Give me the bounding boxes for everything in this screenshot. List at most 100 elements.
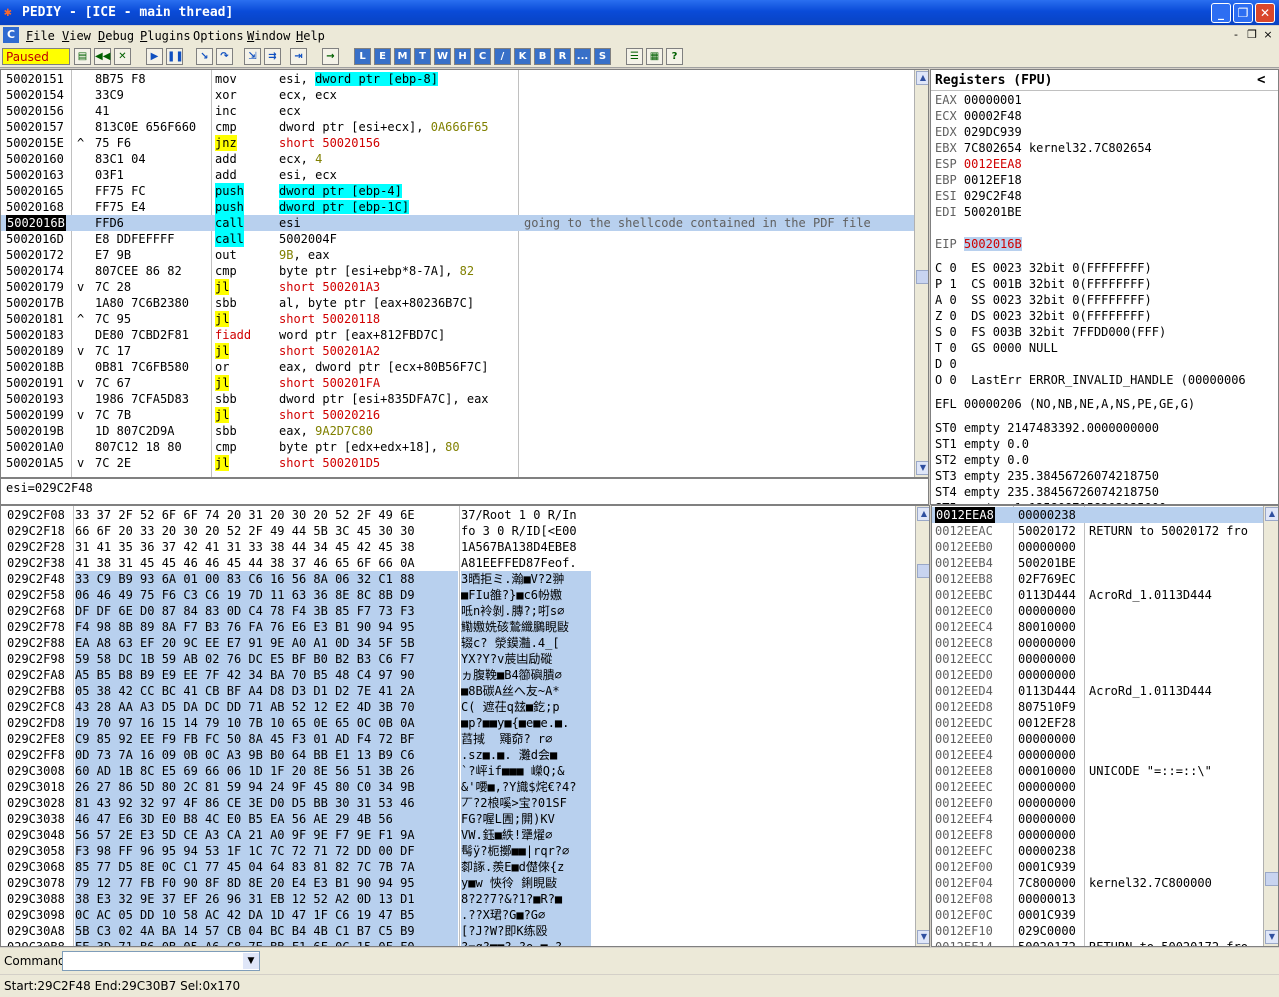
mdi-restore-button[interactable]: ❐: [1244, 28, 1260, 42]
stack-row[interactable]: 0012EF00 0001C939: [932, 859, 1263, 875]
trace-over-icon[interactable]: ⇉: [264, 48, 281, 65]
dump-hex[interactable]: EA A8 63 EF 20 9C EE E7 91 9E A0 A1 0D 3…: [75, 635, 458, 651]
dump-row[interactable]: 029C30B8 EE 3D 71 B6 0B 05 A6 C8 7E BB F1…: [1, 939, 915, 946]
disasm-row[interactable]: 50020199 v 7C 7B jl short 50020216: [1, 407, 914, 423]
dump-row[interactable]: 029C3018 26 27 86 5D 80 2C 81 59 94 24 9F…: [1, 779, 915, 795]
register-row[interactable]: EDX 029DC939: [935, 124, 1029, 140]
menu-item[interactable]: File: [26, 29, 55, 43]
dump-ascii[interactable]: 1A567BA138D4EBE8: [461, 539, 591, 555]
menu-item[interactable]: Plugins: [140, 29, 191, 43]
chevron-down-icon[interactable]: ▼: [243, 953, 259, 969]
dump-hex[interactable]: 33 37 2F 52 6F 6F 74 20 31 20 30 20 52 2…: [75, 507, 458, 523]
disasm-row[interactable]: 50020160 83C1 04 add ecx, 4: [1, 151, 914, 167]
register-value[interactable]: 029C2F48: [964, 189, 1022, 203]
run-icon[interactable]: ▶: [146, 48, 163, 65]
register-value[interactable]: 7C802654: [964, 141, 1022, 155]
scroll-up-icon[interactable]: ▲: [916, 71, 928, 85]
stack-row[interactable]: 0012EEF4 00000000: [932, 811, 1263, 827]
stack-scrollbar[interactable]: ▲ ▼: [1263, 506, 1278, 946]
disasm-row[interactable]: 50020157 813C0E 656F660 cmp dword ptr [esi…: [1, 119, 914, 135]
dump-ascii[interactable]: 厀諑.羨E■d儊倈{z: [461, 859, 591, 875]
dump-ascii[interactable]: 蓞掝 鼆奅? r∅: [461, 731, 591, 747]
dump-ascii[interactable]: fo 3 0 R/ID[<E00: [461, 523, 591, 539]
dump-row[interactable]: 029C2FD8 19 70 97 16 15 14 79 10 7B 10 65…: [1, 715, 915, 731]
dump-hex[interactable]: 19 70 97 16 15 14 79 10 7B 10 65 0E 65 0…: [75, 715, 458, 731]
dump-ascii[interactable]: .sz■.■. 灘d会■: [461, 747, 591, 763]
execute-till-return-icon[interactable]: ⇥: [290, 48, 307, 65]
disasm-row[interactable]: 50020179 v 7C 28 jl short 500201A3: [1, 279, 914, 295]
register-row[interactable]: EDI 500201BE: [935, 204, 1029, 220]
dump-row[interactable]: 029C2F28 31 41 35 36 37 42 41 31 33 38 44…: [1, 539, 915, 555]
stack-row[interactable]: 0012EF0C 0001C939: [932, 907, 1263, 923]
stack-row[interactable]: 0012EEE0 00000000: [932, 731, 1263, 747]
dump-hex[interactable]: A5 B5 B8 B9 E9 EE 7F 42 34 BA 70 B5 48 C…: [75, 667, 458, 683]
disasm-row[interactable]: 50020181 ^ 7C 95 jl short 50020118: [1, 311, 914, 327]
scroll-down-icon[interactable]: ▼: [917, 930, 929, 944]
scroll-up-icon[interactable]: ▲: [917, 507, 929, 521]
fpu-row[interactable]: ST2 empty 0.0: [935, 452, 1029, 468]
toolbar-letter-button[interactable]: S: [594, 48, 611, 65]
flag-row[interactable]: S 0 FS 003B 32bit 7FFDD000(FFF): [935, 324, 1166, 340]
stack-row[interactable]: 0012EEB8 02F769EC: [932, 571, 1263, 587]
maximize-button[interactable]: ❐: [1233, 3, 1253, 23]
disasm-row[interactable]: 50020191 v 7C 67 jl short 500201FA: [1, 375, 914, 391]
scroll-thumb[interactable]: [916, 270, 928, 284]
disassembly-scrollbar[interactable]: ▲ ▼: [914, 70, 928, 477]
menu-item[interactable]: Debug: [98, 29, 134, 43]
dump-hex[interactable]: F4 98 8B 89 8A F7 B3 76 FA 76 E6 E3 B1 9…: [75, 619, 458, 635]
toolbar-letter-button[interactable]: R: [554, 48, 571, 65]
dump-row[interactable]: 029C3008 60 AD 1B 8C E5 69 66 06 1D 1F 20…: [1, 763, 915, 779]
open-icon[interactable]: ▤: [74, 48, 91, 65]
restart-icon[interactable]: ◀◀: [94, 48, 111, 65]
stack-row[interactable]: 0012EEF8 00000000: [932, 827, 1263, 843]
dump-row[interactable]: 029C2F48 33 C9 B9 93 6A 01 00 83 C6 16 56…: [1, 571, 915, 587]
dump-hex[interactable]: 56 57 2E E3 5D CE A3 CA 21 A0 9F 9E F7 9…: [75, 827, 458, 843]
dump-row[interactable]: 029C2F88 EA A8 63 EF 20 9C EE E7 91 9E A0…: [1, 635, 915, 651]
menu-item[interactable]: Window: [247, 29, 290, 43]
toolbar-letter-button[interactable]: B: [534, 48, 551, 65]
efl-row[interactable]: EFL 00000206 (NO,NB,NE,A,NS,PE,GE,G): [935, 396, 1195, 412]
dump-row[interactable]: 029C3088 38 E3 32 9E 37 EF 26 96 31 EB 12…: [1, 891, 915, 907]
toolbar-letter-button[interactable]: C: [474, 48, 491, 65]
dump-row[interactable]: 029C2F68 DF DF 6E D0 87 84 83 0D C4 78 F4…: [1, 603, 915, 619]
goto-icon[interactable]: →: [322, 48, 339, 65]
stack-row[interactable]: 0012EF10 029C0000: [932, 923, 1263, 939]
register-value[interactable]: 029DC939: [964, 125, 1022, 139]
dump-row[interactable]: 029C3078 79 12 77 FB F0 90 8F 8D 8E 20 E4…: [1, 875, 915, 891]
toolbar-letter-button[interactable]: W: [434, 48, 451, 65]
stack-row[interactable]: 0012EEE8 00010000 UNICODE "=::=::\": [932, 763, 1263, 779]
dump-hex[interactable]: 81 43 92 32 97 4F 86 CE 3E D0 D5 BB 30 3…: [75, 795, 458, 811]
dump-ascii[interactable]: 丆?2桹嗘>宝?01SF: [461, 795, 591, 811]
dump-ascii[interactable]: C( 遮茌q玆■釳;p: [461, 699, 591, 715]
dump-row[interactable]: 029C3058 F3 98 FF 96 95 94 53 1F 1C 7C 72…: [1, 843, 915, 859]
dump-ascii[interactable]: 8?2?7?&?1?■R?■: [461, 891, 591, 907]
stack-row[interactable]: 0012EEAC 50020172 RETURN to 50020172 fro: [932, 523, 1263, 539]
stack-row[interactable]: 0012EEC4 80010000: [932, 619, 1263, 635]
dump-ascii[interactable]: ?=q?■■?~?o.■.?: [461, 939, 591, 946]
dump-hex[interactable]: EE 3D 71 B6 0B 05 A6 C8 7E BB F1 6F 0C 1…: [75, 939, 458, 946]
stack-row[interactable]: 0012EEDC 0012EF28: [932, 715, 1263, 731]
toolbar-letter-button[interactable]: K: [514, 48, 531, 65]
toolbar-letter-button[interactable]: T: [414, 48, 431, 65]
disasm-row[interactable]: 50020168 FF75 E4 push dword ptr [ebp-1C]: [1, 199, 914, 215]
register-row[interactable]: EBX 7C802654 kernel32.7C802654: [935, 140, 1152, 156]
disasm-row[interactable]: 50020165 FF75 FC push dword ptr [ebp-4]: [1, 183, 914, 199]
dump-row[interactable]: 029C2FC8 43 28 AA A3 D5 DA DC DD 71 AB 52…: [1, 699, 915, 715]
dump-ascii[interactable]: 鰳嫐姺硋鷙纖鵩睍敺: [461, 619, 591, 635]
dump-row[interactable]: 029C2FA8 A5 B5 B8 B9 E9 EE 7F 42 34 BA 70…: [1, 667, 915, 683]
grid-icon[interactable]: ▦: [646, 48, 663, 65]
dump-ascii[interactable]: 髩ÿ?枙擲■■|rqr?∅: [461, 843, 591, 859]
dump-ascii[interactable]: 3晒拒ミ.瀚■V?2翀: [461, 571, 591, 587]
disasm-row[interactable]: 50020156 41 inc ecx: [1, 103, 914, 119]
dump-row[interactable]: 029C2F38 41 38 31 45 45 46 46 45 44 38 37…: [1, 555, 915, 571]
stack-row[interactable]: 0012EEEC 00000000: [932, 779, 1263, 795]
dump-ascii[interactable]: 37/Root 1 0 R/In: [461, 507, 591, 523]
stack-row[interactable]: 0012EEBC 0113D444 AcroRd_1.0113D444: [932, 587, 1263, 603]
dump-row[interactable]: 029C3048 56 57 2E E3 5D CE A3 CA 21 A0 9F…: [1, 827, 915, 843]
menu-item[interactable]: Help: [296, 29, 325, 43]
dump-hex[interactable]: 38 E3 32 9E 37 EF 26 96 31 EB 12 52 A2 0…: [75, 891, 458, 907]
disasm-row[interactable]: 5002016B FFD6 call esi going to the shellco…: [1, 215, 914, 231]
disasm-row[interactable]: 500201A5 v 7C 2E jl short 500201D5: [1, 455, 914, 471]
flag-row[interactable]: C 0 ES 0023 32bit 0(FFFFFFFF): [935, 260, 1152, 276]
register-value[interactable]: 500201BE: [964, 205, 1022, 219]
